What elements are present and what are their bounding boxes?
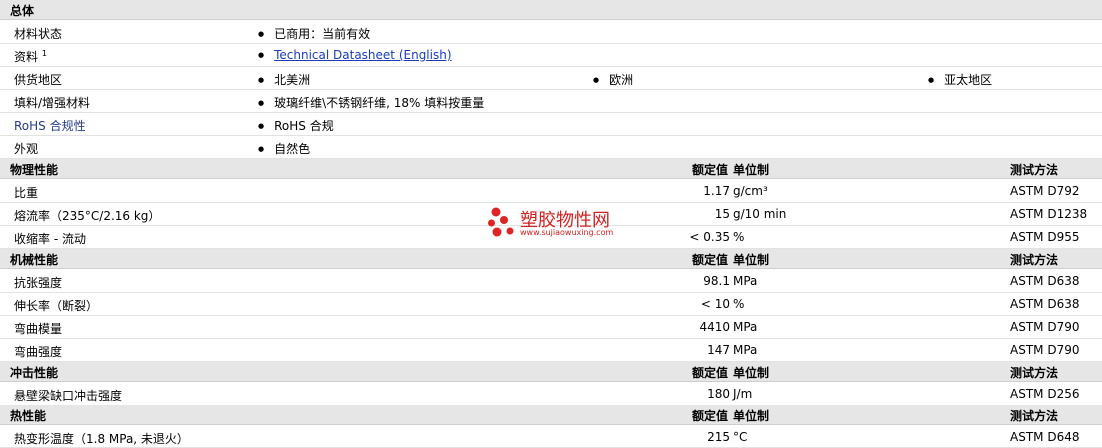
col-unit-header: 单位制 [733, 163, 770, 177]
table-row: RoHS 合规性 RoHS 合规 [0, 113, 1102, 136]
row-label: 比重 [14, 186, 39, 200]
row-unit: % [733, 230, 745, 244]
row-unit: MPa [733, 320, 758, 334]
row-method: ASTM D792 [1010, 184, 1080, 198]
row-method: ASTM D256 [1010, 387, 1080, 401]
row-method: ASTM D648 [1010, 430, 1080, 444]
row-unit: g/cm³ [733, 184, 768, 198]
table-row: 比重 1.17 g/cm³ ASTM D792 [0, 180, 1102, 203]
watermark: 塑胶物性网 www.sujiaowuxing.com [488, 206, 613, 241]
row-label: 外观 [14, 142, 39, 156]
footnote-marker: 1 [41, 49, 47, 58]
watermark-logo-icon [488, 207, 514, 237]
table-row: 伸长率（断裂） < 10 % ASTM D638 [0, 293, 1102, 316]
table-row: 弯曲模量 4410 MPa ASTM D790 [0, 316, 1102, 339]
table-row: 材料状态 已商用：当前有效 [0, 21, 1102, 44]
row-value: < 0.35 [689, 230, 730, 244]
row-method: ASTM D638 [1010, 274, 1080, 288]
section-title: 热性能 [10, 409, 47, 423]
row-unit: g/10 min [733, 207, 787, 221]
row-method: ASTM D790 [1010, 320, 1080, 334]
table-row: 资料 1 Technical Datasheet (English) [0, 44, 1102, 67]
row-label: 伸长率（断裂） [14, 299, 99, 313]
section-header-impact: 冲击性能 额定值 单位制 测试方法 [0, 362, 1102, 382]
col-method-header: 测试方法 [1010, 409, 1059, 423]
row-value: 玻璃纤维\不锈钢纤维, 18% 填料按重量 [258, 94, 484, 111]
section-header-mechanical: 机械性能 额定值 单位制 测试方法 [0, 249, 1102, 269]
col-method-header: 测试方法 [1010, 253, 1059, 267]
col-unit-header: 单位制 [733, 366, 770, 380]
datasheet-link[interactable]: Technical Datasheet (English) [274, 48, 451, 62]
row-value: 15 [714, 207, 730, 221]
col-value-header: 额定值 [691, 253, 728, 267]
row-label: 弯曲模量 [14, 322, 63, 336]
row-label: 悬壁梁缺口冲击强度 [14, 389, 123, 403]
section-title: 冲击性能 [10, 366, 59, 380]
row-label: 熔流率（235°C/2.16 kg） [14, 209, 161, 223]
table-row: 热变形温度（1.8 MPa, 未退火） 215 °C ASTM D648 [0, 426, 1102, 448]
section-title: 物理性能 [10, 163, 59, 177]
table-row: 外观 自然色 [0, 136, 1102, 159]
row-value: 4410 [699, 320, 730, 334]
section-title: 总体 [10, 4, 35, 18]
region-north-america: 北美洲 [258, 71, 310, 88]
row-label: 资料 1 [14, 49, 47, 64]
row-method: ASTM D790 [1010, 343, 1080, 357]
region-europe: 欧洲 [593, 71, 633, 88]
row-unit: J/m [733, 387, 753, 401]
table-row: 抗张强度 98.1 MPa ASTM D638 [0, 270, 1102, 293]
table-row: 填料/增强材料 玻璃纤维\不锈钢纤维, 18% 填料按重量 [0, 90, 1102, 113]
section-header-general: 总体 [0, 0, 1102, 20]
row-unit: % [733, 297, 745, 311]
row-value: 98.1 [703, 274, 730, 288]
region-asia-pacific: 亚太地区 [928, 71, 992, 88]
table-row: 悬壁梁缺口冲击强度 180 J/m ASTM D256 [0, 383, 1102, 406]
datasheet-link-item[interactable]: Technical Datasheet (English) [258, 48, 451, 62]
row-label: 材料状态 [14, 27, 63, 41]
col-method-header: 测试方法 [1010, 366, 1059, 380]
row-value: 自然色 [258, 140, 310, 157]
row-value: 147 [707, 343, 730, 357]
row-label: 收缩率 - 流动 [14, 232, 86, 246]
row-method: ASTM D955 [1010, 230, 1080, 244]
section-title: 机械性能 [10, 253, 59, 267]
row-value: 215 [707, 430, 730, 444]
col-method-header: 测试方法 [1010, 163, 1059, 177]
row-value: 1.17 [703, 184, 730, 198]
row-label-link[interactable]: RoHS 合规性 [14, 117, 86, 134]
table-row: 弯曲强度 147 MPa ASTM D790 [0, 339, 1102, 362]
row-value: RoHS 合规 [258, 117, 334, 134]
row-unit: MPa [733, 274, 758, 288]
row-method: ASTM D1238 [1010, 207, 1088, 221]
row-method: ASTM D638 [1010, 297, 1080, 311]
section-header-physical: 物理性能 额定值 单位制 测试方法 [0, 159, 1102, 179]
col-unit-header: 单位制 [733, 253, 770, 267]
row-unit: °C [733, 430, 748, 444]
row-value: 已商用：当前有效 [258, 25, 370, 42]
col-unit-header: 单位制 [733, 409, 770, 423]
row-label: 弯曲强度 [14, 345, 63, 359]
row-label: 抗张强度 [14, 276, 63, 290]
watermark-url: www.sujiaowuxing.com [520, 228, 614, 237]
section-header-thermal: 热性能 额定值 单位制 测试方法 [0, 405, 1102, 425]
col-value-header: 额定值 [691, 366, 728, 380]
row-label: 供货地区 [14, 73, 63, 87]
col-value-header: 额定值 [691, 163, 728, 177]
row-label: 热变形温度（1.8 MPa, 未退火） [14, 432, 189, 446]
row-label: 填料/增强材料 [14, 96, 91, 110]
row-value: < 10 [700, 297, 730, 311]
row-unit: MPa [733, 343, 758, 357]
col-value-header: 额定值 [691, 409, 728, 423]
table-row: 供货地区 北美洲 欧洲 亚太地区 [0, 67, 1102, 90]
row-value: 180 [707, 387, 730, 401]
